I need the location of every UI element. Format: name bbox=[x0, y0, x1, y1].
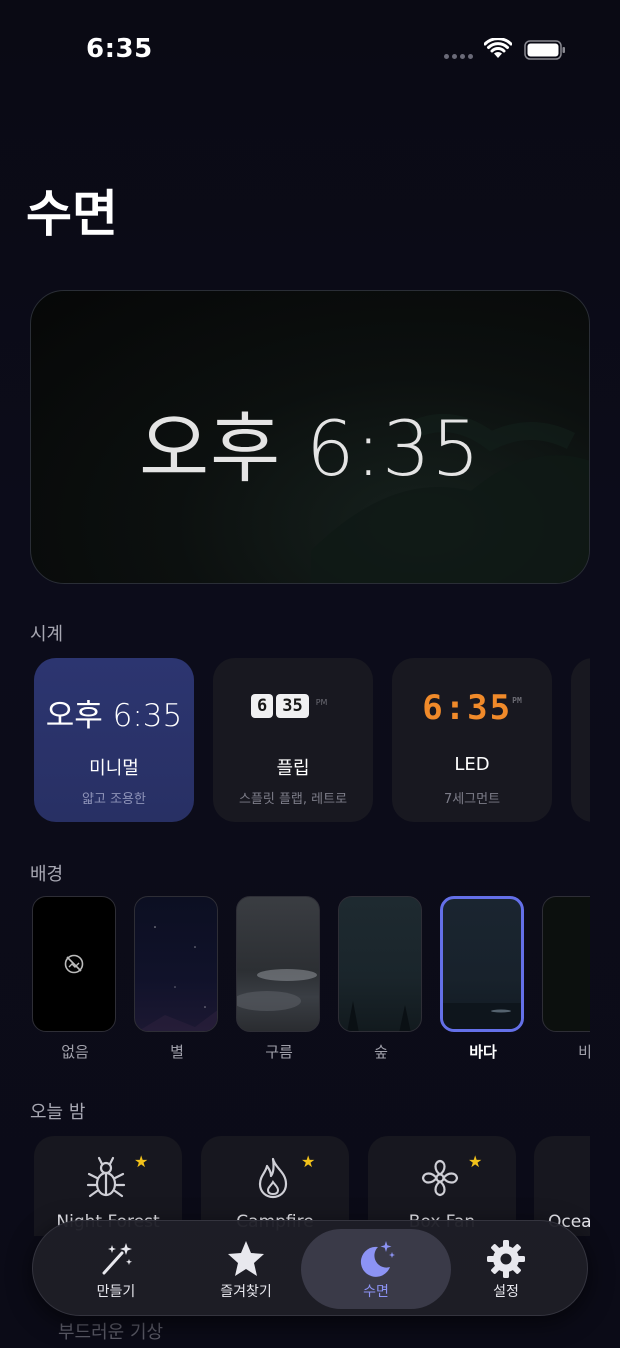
background-section-label: 배경 bbox=[30, 864, 64, 885]
tab-label: 설정 bbox=[493, 1284, 519, 1300]
background-ocean[interactable]: 바다 bbox=[440, 896, 526, 1062]
magic-wand-icon bbox=[102, 1243, 132, 1275]
forest-art bbox=[347, 1001, 411, 1031]
clock-style-subtitle: 스플릿 플랩, 레트로 bbox=[238, 792, 348, 807]
background-rain[interactable]: 비 bbox=[542, 896, 590, 1062]
flip-minute: 35 bbox=[276, 694, 309, 718]
no-image-icon bbox=[64, 954, 84, 974]
background-none[interactable]: 없음 bbox=[32, 896, 118, 1062]
bug-icon bbox=[86, 1156, 126, 1198]
clock-style-list[interactable]: 오후 6:35 미니멀 얇고 조용한 6 35 PM 플립 스플릿 플랩, 레트… bbox=[34, 658, 590, 824]
clouds-art bbox=[237, 969, 317, 1011]
star-icon bbox=[228, 1241, 264, 1276]
background-thumb bbox=[32, 896, 116, 1032]
background-stars[interactable]: 별 bbox=[134, 896, 220, 1062]
tab-settings[interactable]: 설정 bbox=[431, 1229, 581, 1309]
flip-hour: 6 bbox=[251, 694, 274, 718]
gear-icon bbox=[487, 1240, 525, 1278]
clock-style-more[interactable] bbox=[571, 658, 590, 822]
status-time: 6:35 bbox=[86, 34, 153, 64]
battery-icon bbox=[524, 40, 565, 60]
flip-preview: 6 35 PM bbox=[251, 694, 327, 718]
clock-style-led[interactable]: 6:35PM LED 7세그먼트 bbox=[392, 658, 552, 822]
signal-icon bbox=[444, 54, 473, 59]
tab-label: 만들기 bbox=[96, 1284, 136, 1300]
background-clouds[interactable]: 구름 bbox=[236, 896, 322, 1062]
background-label: 별 bbox=[170, 1043, 184, 1061]
led-preview-time: 6:35 bbox=[422, 688, 513, 728]
fan-icon bbox=[421, 1159, 459, 1197]
clock-style-title: 플립 bbox=[276, 758, 310, 779]
tab-label: 수면 bbox=[363, 1284, 389, 1300]
background-thumb bbox=[440, 896, 524, 1032]
background-thumb bbox=[236, 896, 320, 1032]
background-thumb bbox=[134, 896, 218, 1032]
tonight-section-label: 오늘 밤 bbox=[30, 1102, 86, 1123]
favorite-star-icon: ★ bbox=[134, 1152, 149, 1171]
tab-bar: 만들기 즐겨찾기 수면 설정 bbox=[32, 1220, 588, 1316]
background-thumb bbox=[338, 896, 422, 1032]
minimal-preview-time: 오후 6:35 bbox=[45, 698, 183, 734]
preview-clock-text: 오후 6:35 bbox=[139, 404, 481, 493]
clock-style-title: 미니멀 bbox=[89, 758, 139, 779]
background-forest[interactable]: 숲 bbox=[338, 896, 424, 1062]
background-label: 비 bbox=[578, 1043, 590, 1061]
flame-icon bbox=[258, 1157, 288, 1199]
background-thumb bbox=[542, 896, 590, 1032]
background-list[interactable]: 없음 별 구름 숲 바다 비 bbox=[32, 896, 590, 1066]
tab-sleep[interactable]: 수면 bbox=[301, 1229, 451, 1309]
clock-style-subtitle: 얇고 조용한 bbox=[82, 792, 146, 807]
clock-section-label: 시계 bbox=[30, 624, 64, 645]
flip-ampm: PM bbox=[315, 697, 328, 707]
moon-stars-icon bbox=[360, 1241, 395, 1277]
favorite-star-icon: ★ bbox=[301, 1152, 316, 1171]
background-label: 없음 bbox=[61, 1043, 89, 1061]
favorite-star-icon: ★ bbox=[468, 1152, 483, 1171]
clock-style-minimal[interactable]: 오후 6:35 미니멀 얇고 조용한 bbox=[34, 658, 194, 822]
clock-style-title: LED bbox=[454, 754, 490, 775]
clock-preview[interactable]: 오후 6:35 bbox=[30, 290, 590, 584]
tab-create[interactable]: 만들기 bbox=[41, 1229, 191, 1309]
led-ampm: PM bbox=[512, 696, 522, 705]
stars-art bbox=[138, 926, 217, 1031]
page-title: 수면 bbox=[26, 185, 118, 243]
status-bar: 6:35 bbox=[0, 0, 620, 100]
background-label: 구름 bbox=[265, 1043, 293, 1061]
background-label: 바다 bbox=[469, 1043, 497, 1061]
wifi-icon bbox=[484, 38, 512, 58]
tab-favorites[interactable]: 즐겨찾기 bbox=[171, 1229, 321, 1309]
background-label: 숲 bbox=[374, 1043, 388, 1061]
tab-label: 즐겨찾기 bbox=[220, 1284, 272, 1300]
ocean-art bbox=[443, 1003, 521, 1029]
led-preview: 6:35PM bbox=[392, 688, 552, 728]
clock-style-subtitle: 7세그먼트 bbox=[443, 792, 501, 807]
section-label-behind-tabbar: 부드러운 기상 bbox=[58, 1322, 164, 1343]
clock-style-flip[interactable]: 6 35 PM 플립 스플릿 플랩, 레트로 bbox=[213, 658, 373, 822]
